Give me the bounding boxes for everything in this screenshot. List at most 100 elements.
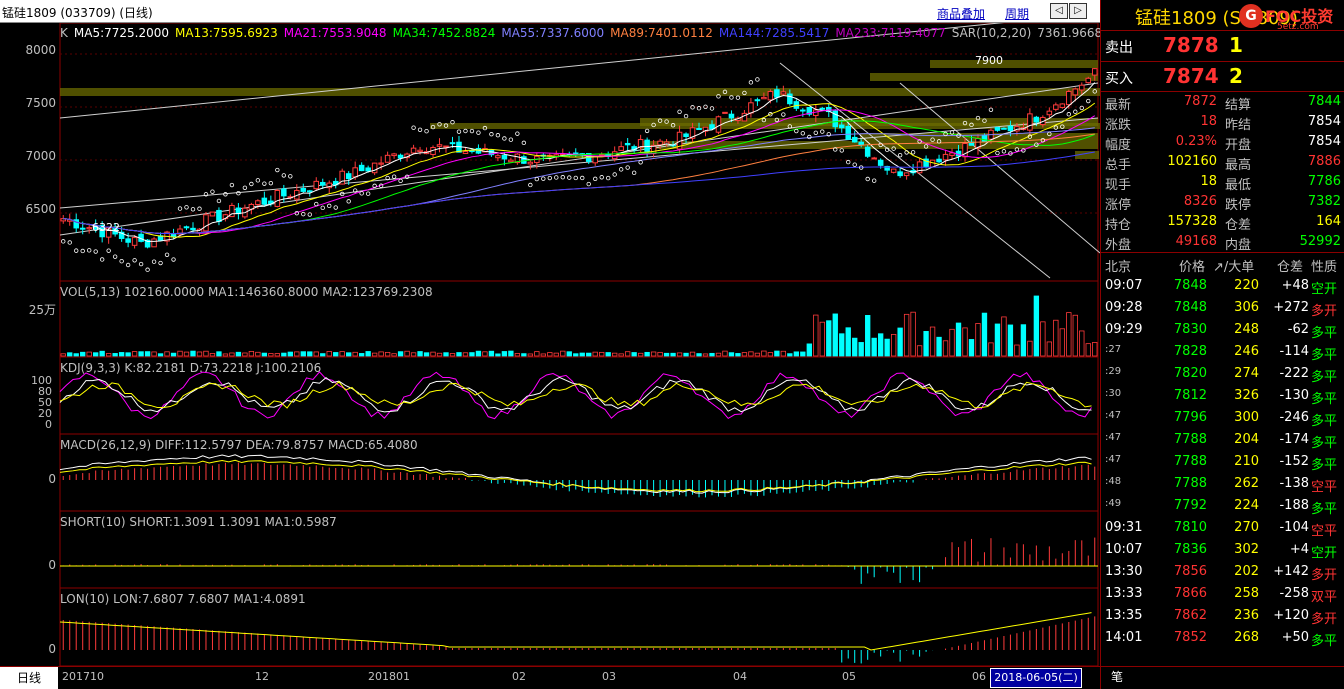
volume-bar (287, 351, 293, 357)
trade-oi-change: -174 (1279, 432, 1309, 447)
sar-dot (1066, 112, 1072, 117)
tab-ticks[interactable]: 笔 (1111, 668, 1123, 685)
candle-body (1072, 88, 1079, 96)
sar-dot (288, 174, 293, 179)
trade-row: 09:07 7848 220 +48 空开 (1101, 276, 1344, 298)
volume-bar (910, 311, 916, 357)
volume-bar (183, 351, 190, 357)
volume-bar (423, 352, 430, 357)
volume-bar (209, 353, 216, 357)
sar-dot (469, 128, 475, 134)
field-value: 18 (1200, 174, 1217, 189)
field-label: 昨结 (1225, 118, 1252, 133)
volume-bar (715, 352, 722, 357)
volume-bar (1053, 319, 1059, 357)
volume-bar (566, 351, 572, 357)
candle-body (624, 142, 631, 146)
sar-dot (593, 176, 598, 182)
volume-bar (819, 321, 825, 357)
volume-bar (534, 351, 540, 357)
sell-row: 卖出 7878 1 (1101, 30, 1344, 60)
candle-body (508, 159, 514, 163)
trade-oi-change: +272 (1273, 300, 1309, 315)
brand-logo-icon: G (1239, 4, 1263, 28)
sar-dot (268, 180, 274, 186)
sar-dot (631, 170, 637, 176)
volume-bar (916, 345, 923, 357)
sar-dot (106, 248, 111, 253)
sar-dot (988, 107, 994, 112)
trade-row: 10:07 7836 302 +4 空开 (1101, 540, 1344, 562)
field-label: 最新 (1105, 98, 1132, 113)
quote-field-row: 涨跌 18 昨结 7854 (1101, 113, 1344, 133)
trade-time: :47 (1105, 454, 1122, 465)
date-label: 12 (255, 670, 269, 683)
volume-bar (138, 351, 144, 357)
scroll-left-button[interactable]: ◁ (1050, 3, 1068, 19)
volume-bar (560, 350, 566, 357)
volume-bar (1033, 295, 1040, 357)
current-date-box[interactable]: 2018-06-05(二) (990, 668, 1082, 688)
volume-bar (955, 322, 962, 357)
sar-dot (871, 178, 877, 183)
price-band (60, 88, 1100, 96)
sar-dot (145, 267, 150, 272)
trade-nature: 多开 (1311, 568, 1338, 583)
scroll-right-button[interactable]: ▷ (1069, 3, 1087, 19)
volume-bar (157, 353, 164, 357)
candle-body (125, 238, 131, 243)
kdj-k-line (59, 376, 1092, 413)
sar-dot (560, 175, 565, 180)
trade-time: :30 (1105, 388, 1122, 399)
volume-bar (839, 333, 845, 357)
volume-bar (579, 352, 585, 357)
field-label: 仓差 (1225, 218, 1252, 233)
period-tag[interactable]: 日线 (0, 667, 58, 689)
volume-bar (410, 352, 417, 357)
trade-price: 7848 (1173, 278, 1207, 293)
trade-volume: 224 (1234, 498, 1259, 513)
candle-body (851, 136, 858, 143)
volume-bar (333, 352, 339, 357)
volume-bar (663, 352, 670, 357)
sar-dot (333, 205, 338, 210)
kline-chart-svg[interactable] (0, 23, 1100, 666)
sar-dot (1001, 149, 1007, 154)
buy-price: 7874 (1163, 64, 1219, 88)
sar-dot (320, 205, 325, 211)
volume-bar (436, 352, 443, 357)
volume-bar (449, 353, 456, 357)
field-value: 49168 (1175, 234, 1217, 249)
ma-legend-item: MA13:7595.6923 (175, 26, 278, 40)
field-label: 持仓 (1105, 218, 1132, 233)
trade-nature: 空平 (1311, 524, 1338, 539)
volume-bar (60, 353, 66, 357)
ma-legend-item: MA34:7452.8824 (392, 26, 496, 40)
volume-bar (689, 351, 696, 357)
volume-bar (521, 353, 527, 357)
volume-bar (255, 351, 261, 357)
price-band (930, 60, 1098, 68)
trend-line (59, 82, 1099, 236)
trade-time: :47 (1105, 410, 1122, 421)
trade-volume: 202 (1234, 564, 1259, 579)
trade-price: 7796 (1173, 410, 1207, 425)
trade-volume: 268 (1234, 630, 1259, 645)
candle-body (942, 153, 949, 161)
volume-bar (657, 351, 663, 357)
period-link[interactable]: 周期 (1005, 5, 1029, 22)
candle-body (313, 180, 320, 190)
sar-dot (171, 257, 176, 262)
sar-dot (515, 131, 520, 136)
trade-nature: 多平 (1311, 326, 1338, 341)
candle-body (527, 161, 534, 165)
date-label: 05 (842, 670, 856, 683)
kline-chart-area[interactable]: K MA5:7725.2000 MA13:7595.6923 MA21:7553.90… (0, 23, 1187, 666)
sar-dot (1086, 98, 1091, 104)
low-annotation: 6322 (92, 221, 120, 234)
sell-volume: 1 (1229, 33, 1243, 57)
buy-volume: 2 (1229, 64, 1243, 88)
trade-volume: 262 (1234, 476, 1259, 491)
candle-body (1066, 90, 1072, 106)
commodity-overlay-link[interactable]: 商品叠加 (937, 5, 985, 22)
